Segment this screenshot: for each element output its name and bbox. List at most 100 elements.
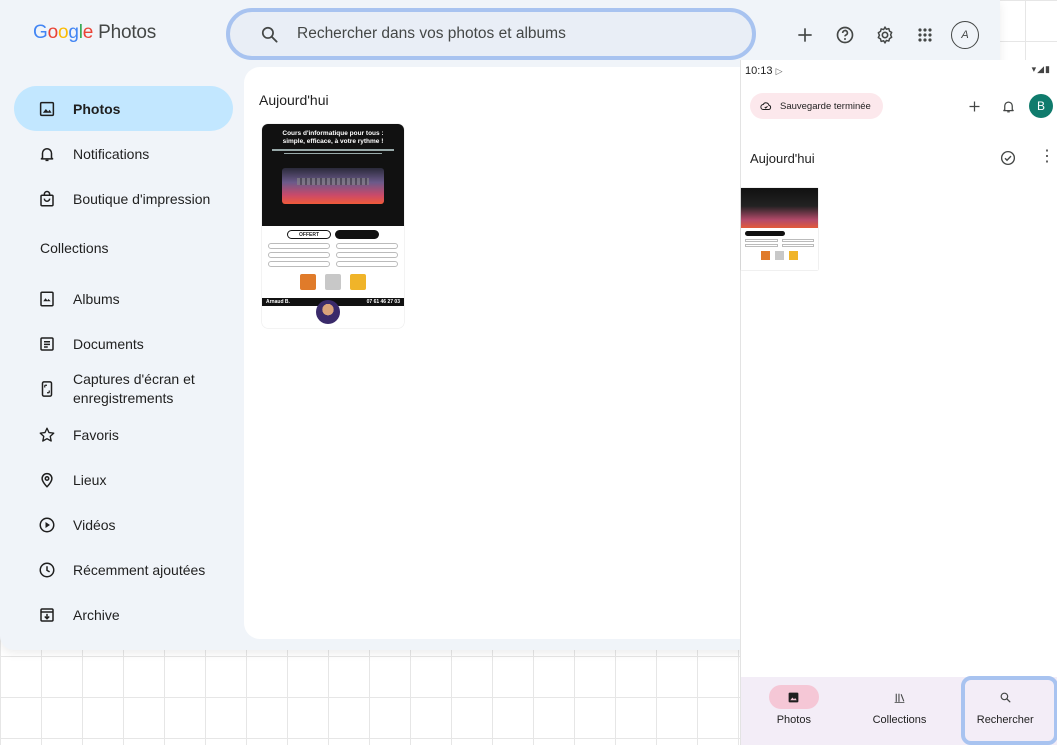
help-button[interactable] [825,15,865,55]
document-icon [38,335,56,353]
logo-letter: o [57,22,69,43]
location-pin-icon [38,471,56,489]
logo-letter: g [68,22,79,43]
photo-icon [788,692,799,702]
laptop-image [282,168,384,204]
flyer-name: Arnaud B. [266,299,290,305]
phone-photo-thumbnail[interactable] [741,188,818,270]
logo-product-name: Photos [98,22,157,43]
sidebar-item-screenshots[interactable]: Captures d'écran et enregistrements [14,366,233,412]
flyer-offer-row: OFFERT [268,230,398,239]
search-highlight-frame [961,676,1057,745]
flyer-title-line: Cours d'informatique pour tous : [282,130,384,137]
flyer-header: Cours d'informatique pour tous : simple,… [262,124,404,226]
flyer-badges [268,274,398,290]
status-time-text: 10:13 [745,65,773,77]
phone-notifications-button[interactable] [991,94,1025,118]
sidebar-item-label: Favoris [73,426,119,443]
sidebar-item-label: Archive [73,606,120,623]
sidebar-item-albums[interactable]: Albums [14,276,233,321]
sidebar-item-label: Boutique d'impression [73,190,211,207]
flyer-offer-note [335,230,379,239]
plus-icon [798,28,812,42]
plus-icon [969,101,979,111]
label-line: enregistrements [73,390,174,406]
shopping-bag-icon [38,190,56,208]
flyer-phone: 07 61 46 27 03 [366,299,400,305]
phone-account-avatar[interactable]: B [1029,94,1053,118]
flyer-body: OFFERT [262,226,404,290]
play-icon: ▷ [775,66,783,76]
photo-thumbnail[interactable]: Cours d'informatique pour tous : simple,… [262,124,404,328]
sidebar-item-label: Captures d'écran et enregistrements [73,370,195,408]
sidebar-item-label: Documents [73,335,144,352]
logo-letter: o [47,22,59,43]
flyer-footer: Arnaud B. 07 61 46 27 03 [262,298,404,328]
select-check-icon[interactable] [999,149,1017,167]
top-actions: A [785,15,979,55]
clock-icon [38,561,56,579]
search-bar[interactable]: Rechercher dans vos photos et albums [226,8,756,60]
bell-icon [38,145,56,163]
backup-status-chip[interactable]: Sauvegarde terminée [750,93,883,119]
album-icon [38,290,56,308]
google-photos-logo[interactable]: Google Photos [33,22,156,44]
bottom-nav-label: Photos [776,714,811,726]
sidebar-item-print-store[interactable]: Boutique d'impression [14,176,233,221]
apps-button[interactable] [905,15,945,55]
date-heading: Aujourd'hui [259,92,329,108]
sidebar-item-label: Récemment ajoutées [73,561,206,578]
search-input[interactable]: Rechercher dans vos photos et albums [297,25,566,43]
account-avatar[interactable]: A [951,21,979,49]
logo-letter: e [82,22,94,43]
photo-icon [38,100,56,118]
phone-screen: 10:13 ▷ ▾◢▮ Sauvegarde terminée B Aujour… [740,60,1057,745]
settings-button[interactable] [865,15,905,55]
flyer-topics [268,243,398,267]
phone-add-button[interactable] [957,94,991,118]
sidebar: Photos Notifications Boutique d'impressi… [0,86,244,637]
phone-date-heading: Aujourd'hui [750,151,815,166]
sidebar-item-favorites[interactable]: Favoris [14,412,233,457]
sidebar-item-label: Albums [73,290,120,307]
thumb-offer [745,231,785,236]
search-icon [260,25,279,44]
thumb-badges [761,251,818,260]
bottom-nav-photos[interactable]: Photos [741,677,847,745]
more-options-icon[interactable]: ⋮ [1039,149,1055,165]
sidebar-item-label: Photos [73,100,121,117]
gear-icon [877,26,893,44]
flyer-subtitle-lines [272,149,394,154]
sidebar-item-documents[interactable]: Documents [14,321,233,366]
screenshot-icon [38,380,56,398]
flyer-title-line: simple, efficace, à votre rythme ! [282,138,384,145]
bottom-nav-label: Collections [872,714,927,726]
sidebar-item-label: Vidéos [73,516,116,533]
flyer-portrait [316,300,340,324]
sidebar-item-notifications[interactable]: Notifications [14,131,233,176]
play-circle-icon [38,516,56,534]
bottom-nav-collections[interactable]: Collections [847,677,953,745]
label-line: Captures d'écran et [73,371,195,387]
apps-grid-icon [918,28,932,42]
sidebar-item-videos[interactable]: Vidéos [14,502,233,547]
flyer-offer-pill: OFFERT [287,230,331,239]
sidebar-item-label: Notifications [73,145,150,162]
add-button[interactable] [785,15,825,55]
sidebar-item-places[interactable]: Lieux [14,457,233,502]
collections-icon [894,693,905,703]
sidebar-item-recently-added[interactable]: Récemment ajoutées [14,547,233,592]
help-icon [836,26,854,44]
bell-icon [1002,101,1014,112]
backup-label: Sauvegarde terminée [780,100,871,112]
sidebar-item-label: Lieux [73,471,107,488]
flyer-title: Cours d'informatique pour tous : simple,… [262,124,404,146]
collections-heading: Collections [40,240,109,256]
bottom-nav-pill [768,685,819,709]
sidebar-item-archive[interactable]: Archive [14,592,233,637]
sidebar-item-photos[interactable]: Photos [14,86,233,131]
thumb-header [741,188,818,228]
thumb-topics [745,239,814,247]
status-time: 10:13 ▷ [745,65,783,77]
status-icons: ▾◢▮ [1031,64,1051,74]
